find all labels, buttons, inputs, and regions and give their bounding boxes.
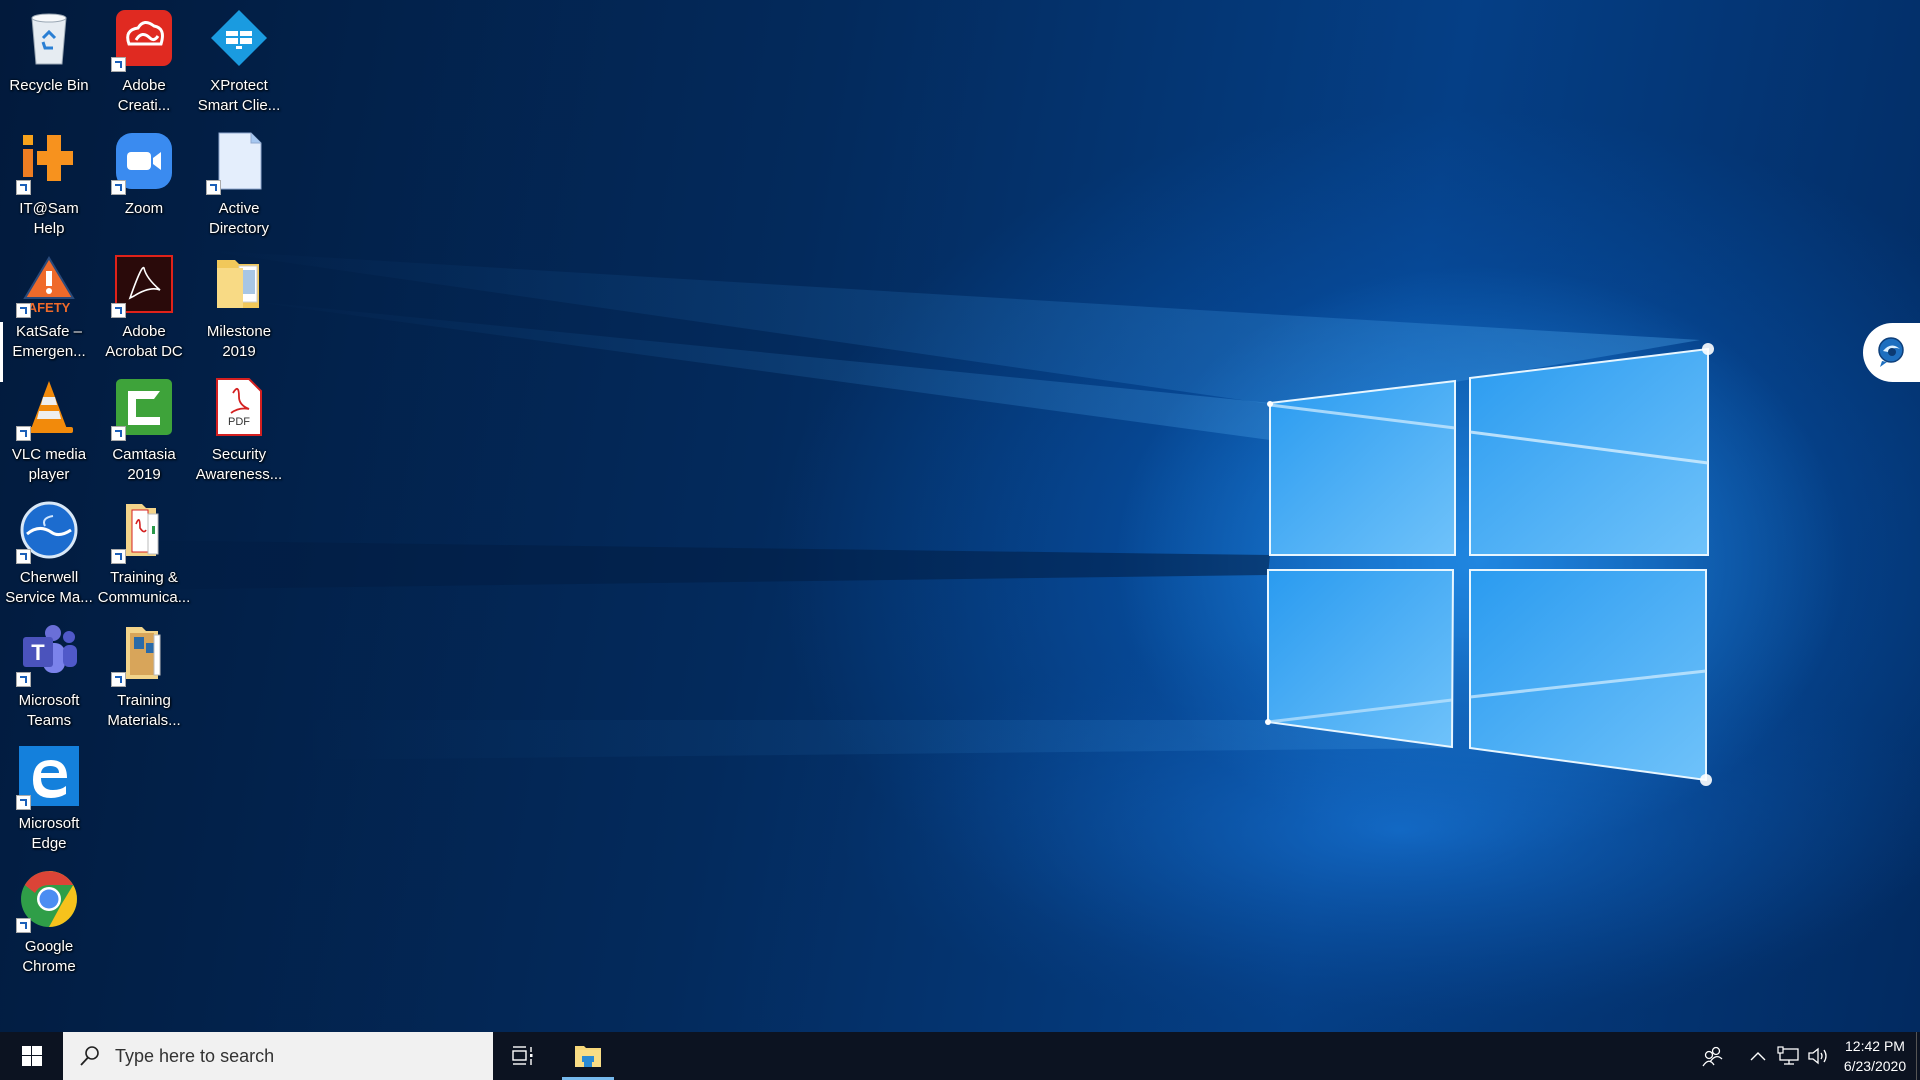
itsam-help-icon	[16, 131, 79, 195]
shortcut-arrow-icon	[16, 303, 31, 318]
shortcut-arrow-icon	[16, 426, 31, 441]
desktop-icon-microsoft-teams[interactable]: T Microsoft Teams	[2, 623, 96, 731]
vlc-icon	[16, 377, 79, 441]
shortcut-arrow-icon	[16, 672, 31, 687]
shortcut-arrow-icon	[206, 180, 221, 195]
network-icon	[1777, 1046, 1799, 1065]
chat-widget-button[interactable]	[1863, 323, 1920, 382]
search-placeholder: Type here to search	[115, 1045, 275, 1066]
desktop-icon-label: Recycle Bin	[9, 77, 89, 94]
recycle-bin-icon	[19, 8, 79, 68]
desktop-icon-vlc[interactable]: VLC media player	[2, 377, 96, 485]
clock-time: 12:42 PM	[1845, 1038, 1905, 1054]
chevron-up-icon	[1750, 1052, 1766, 1061]
desktop-icon-katsafe[interactable]: AFETY KatSafe – Emergen...	[2, 254, 96, 362]
shortcut-arrow-icon	[111, 303, 126, 318]
desktop-wallpaper: Recycle Bin IT@Sam Help AFETY KatSafe – Eme…	[0, 0, 1920, 1032]
svg-text:T: T	[31, 640, 45, 665]
pdf-folder-icon	[111, 500, 174, 564]
desktop-icon-label: Adobe Acrobat DC	[105, 323, 183, 360]
camtasia-icon	[111, 377, 174, 441]
desktop-icon-microsoft-edge[interactable]: Microsoft Edge	[2, 746, 96, 854]
shortcut-arrow-icon	[111, 180, 126, 195]
desktop-icon-training-communications[interactable]: Training & Communica...	[97, 500, 191, 608]
people-button[interactable]	[1697, 1032, 1729, 1080]
show-desktop-button[interactable]	[1916, 1032, 1920, 1080]
volume-icon	[1808, 1047, 1827, 1065]
people-icon	[1702, 1046, 1723, 1067]
desktop-icon-google-chrome[interactable]: Google Chrome	[2, 869, 96, 977]
desktop-icon-label: Zoom	[124, 200, 164, 217]
safety-warning-icon: AFETY	[16, 254, 79, 318]
desktop-icon-label: KatSafe – Emergen...	[12, 323, 86, 360]
desktop-icon-cherwell[interactable]: Cherwell Service Ma...	[2, 500, 96, 608]
cherwell-icon	[16, 500, 79, 564]
desktop-icon-label: Microsoft Teams	[18, 692, 80, 729]
shortcut-arrow-icon	[16, 180, 31, 195]
task-view-icon	[512, 1046, 533, 1065]
zoom-icon	[111, 131, 174, 195]
shortcut-arrow-icon	[111, 57, 126, 72]
edge-icon	[16, 746, 79, 810]
desktop-icon-label: Cherwell Service Ma...	[5, 569, 93, 606]
teams-icon: T	[16, 623, 79, 687]
desktop-icon-label: Adobe Creati...	[117, 77, 171, 114]
taskbar: Type here to search 12:42 PM 6/23/2020	[0, 1032, 1920, 1080]
left-edge-panel[interactable]	[0, 322, 3, 382]
volume-button[interactable]	[1806, 1032, 1830, 1080]
desktop-icon-label: XProtect Smart Clie...	[197, 77, 281, 114]
chat-bubble-icon	[1878, 337, 1904, 367]
adobe-creative-cloud-icon	[111, 8, 174, 72]
svg-text:AFETY: AFETY	[28, 300, 71, 314]
show-hidden-icons-button[interactable]	[1746, 1032, 1770, 1080]
file-explorer-icon	[575, 1046, 601, 1067]
desktop-icon-milestone-2019[interactable]: Milestone 2019	[192, 254, 286, 362]
xprotect-icon	[209, 8, 269, 68]
media-folder-icon	[111, 623, 174, 687]
svg-text:PDF: PDF	[228, 416, 250, 428]
shortcut-arrow-icon	[16, 549, 31, 564]
windows-logo-wallpaper	[120, 250, 1920, 1030]
pdf-icon: PDF	[209, 377, 269, 437]
start-button[interactable]	[0, 1032, 63, 1080]
shortcut-arrow-icon	[111, 426, 126, 441]
document-icon	[206, 131, 269, 195]
shortcut-arrow-icon	[111, 549, 126, 564]
network-button[interactable]	[1776, 1032, 1800, 1080]
desktop-icon-label: Training & Communica...	[97, 569, 191, 606]
desktop-icon-security-awareness[interactable]: PDF Security Awareness...	[192, 377, 286, 485]
desktop-icon-camtasia-2019[interactable]: Camtasia 2019	[97, 377, 191, 485]
desktop-icon-label: IT@Sam Help	[19, 200, 79, 237]
chrome-icon	[16, 869, 79, 933]
search-icon	[80, 1046, 99, 1066]
desktop-icon-adobe-acrobat-dc[interactable]: Adobe Acrobat DC	[97, 254, 191, 362]
desktop-icon-label: Active Directory	[208, 200, 269, 237]
desktop-icon-training-materials[interactable]: Training Materials...	[97, 623, 191, 731]
clock-button[interactable]: 12:42 PM 6/23/2020	[1836, 1032, 1914, 1080]
desktop-icon-active-directory[interactable]: Active Directory	[192, 131, 286, 239]
desktop-icon-label: Camtasia 2019	[112, 446, 176, 483]
shortcut-arrow-icon	[16, 795, 31, 810]
taskbar-app-file-explorer[interactable]	[562, 1032, 614, 1080]
desktop-icon-itsam-help[interactable]: IT@Sam Help	[2, 131, 96, 239]
desktop-icon-label: VLC media player	[11, 446, 87, 483]
desktop-icon-label: Milestone 2019	[206, 323, 272, 360]
desktop-icon-xprotect-smart-client[interactable]: XProtect Smart Clie...	[192, 8, 286, 116]
shortcut-arrow-icon	[111, 672, 126, 687]
shortcut-arrow-icon	[16, 918, 31, 933]
adobe-acrobat-icon	[111, 254, 174, 318]
folder-icon	[209, 254, 269, 314]
desktop-icon-label: Training Materials...	[107, 692, 181, 729]
desktop-icon-label: Google Chrome	[22, 938, 76, 975]
windows-start-icon	[21, 1046, 42, 1066]
desktop-icon-label: Microsoft Edge	[18, 815, 80, 852]
search-box[interactable]: Type here to search	[63, 1032, 493, 1080]
desktop-icon-recycle-bin[interactable]: Recycle Bin	[2, 8, 96, 96]
desktop-icon-adobe-creative-cloud[interactable]: Adobe Creati...	[97, 8, 191, 116]
clock-date: 6/23/2020	[1843, 1058, 1907, 1074]
desktop-icon-label: Security Awareness...	[195, 446, 283, 483]
task-view-button[interactable]	[499, 1032, 547, 1080]
desktop-icon-zoom[interactable]: Zoom	[97, 131, 191, 219]
